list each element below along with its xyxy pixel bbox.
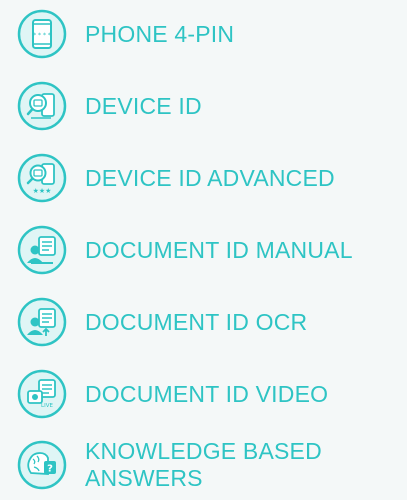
list-item-knowledge-based-answers[interactable]: ? KNOWLEDGE BASED ANSWERS xyxy=(17,438,375,492)
list-item-document-id-video[interactable]: LIVE DOCUMENT ID VIDEO xyxy=(17,369,328,419)
list-item-label: DOCUMENT ID OCR xyxy=(85,308,308,335)
svg-text:LIVE: LIVE xyxy=(41,403,53,409)
list-item-label: PHONE 4-PIN xyxy=(85,20,235,47)
svg-text:* * * *: * * * * xyxy=(33,32,51,39)
document-id-video-icon: LIVE xyxy=(17,369,67,419)
knowledge-based-answers-icon: ? xyxy=(17,440,67,490)
device-id-advanced-icon: ★★★ xyxy=(17,153,67,203)
list-item-document-id-manual[interactable]: DOCUMENT ID MANUAL xyxy=(17,225,353,275)
list-item-label: DEVICE ID xyxy=(85,92,202,119)
device-id-icon xyxy=(17,81,67,131)
document-id-ocr-icon xyxy=(17,297,67,347)
phone-pin-icon: * * * * xyxy=(17,9,67,59)
list-item-device-id-advanced[interactable]: ★★★ DEVICE ID ADVANCED xyxy=(17,153,335,203)
list-item-label: DOCUMENT ID MANUAL xyxy=(85,236,353,263)
auth-method-list: * * * * PHONE 4-PIN DEVICE ID ★★★ DEVICE… xyxy=(0,0,407,500)
svg-text:?: ? xyxy=(47,464,53,475)
list-item-label: KNOWLEDGE BASED ANSWERS xyxy=(85,438,322,491)
list-item-phone-4-pin[interactable]: * * * * PHONE 4-PIN xyxy=(17,9,234,59)
list-item-document-id-ocr[interactable]: DOCUMENT ID OCR xyxy=(17,297,307,347)
list-item-label: DOCUMENT ID VIDEO xyxy=(85,380,329,407)
svg-text:★★★: ★★★ xyxy=(33,187,52,195)
list-item-label: DEVICE ID ADVANCED xyxy=(85,164,335,191)
document-id-manual-icon xyxy=(17,225,67,275)
list-item-device-id[interactable]: DEVICE ID xyxy=(17,81,202,131)
